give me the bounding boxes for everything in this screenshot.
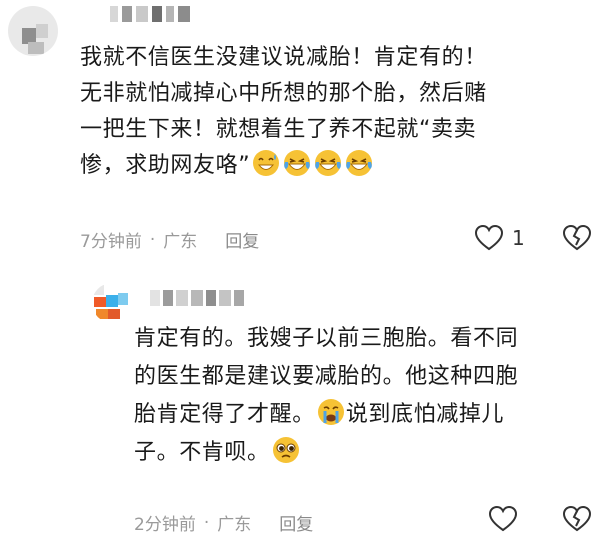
comment-text: 肯定有的。我嫂子以前三胞胎。看不同 的医生都是建议要减胎的。他这种四胞 胎肯定得… bbox=[134, 320, 580, 472]
reply-button[interactable]: 回复 bbox=[279, 510, 313, 535]
location: 广东 bbox=[217, 515, 252, 535]
comment-meta: 2分钟前 · 广东 回复 bbox=[134, 510, 313, 536]
reply-comment-item: 肯定有的。我嫂子以前三胞胎。看不同 的医生都是建议要减胎的。他这种四胞 胎肯定得… bbox=[0, 0, 600, 539]
dislike-button[interactable] bbox=[562, 505, 592, 537]
broken-heart-icon bbox=[562, 505, 592, 532]
pleading-face-emoji bbox=[272, 437, 299, 463]
separator-dot: · bbox=[203, 512, 210, 533]
crying-face-emoji bbox=[317, 399, 344, 425]
avatar[interactable] bbox=[92, 283, 132, 323]
timestamp: 2分钟前 bbox=[134, 515, 196, 535]
like-button[interactable] bbox=[488, 505, 518, 533]
username-blurred[interactable] bbox=[150, 288, 280, 308]
heart-icon bbox=[488, 505, 518, 532]
